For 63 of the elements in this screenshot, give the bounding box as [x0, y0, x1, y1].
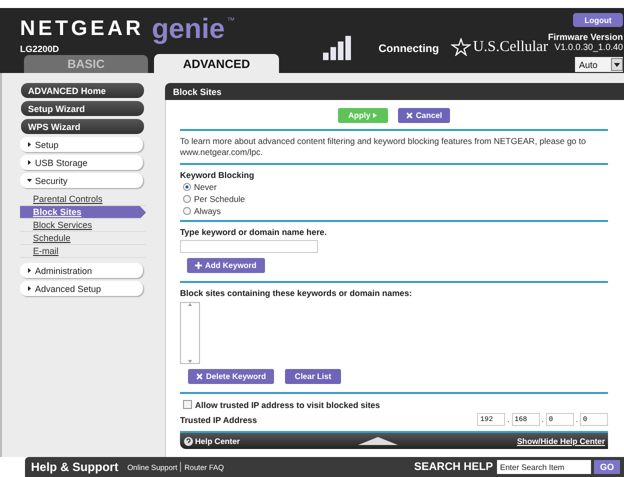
field-label: Trusted IP Address — [180, 414, 257, 424]
show-hide-link[interactable]: Show/Hide Help Center — [516, 436, 605, 446]
scroll-down-icon — [188, 360, 192, 363]
go-button[interactable]: GO — [594, 460, 620, 474]
menu-link[interactable]: E-mail — [20, 245, 146, 258]
close-icon — [406, 112, 413, 119]
menu-section[interactable]: Setup — [20, 137, 143, 152]
expand-arrow-icon[interactable] — [358, 437, 398, 445]
intro-text: To learn more about advanced content filtering and keyword blocking features from NETGEAR, please go to www.netgear.com/lpc. — [180, 136, 587, 158]
footer-title: Help & Support — [31, 460, 118, 474]
section-label: Keyword Blocking — [180, 170, 256, 180]
close-icon — [196, 373, 203, 380]
menu-section[interactable]: Security — [20, 173, 143, 188]
cancel-button[interactable]: Cancel — [398, 108, 450, 123]
delete-keyword-button[interactable]: Delete Keyword — [188, 369, 274, 384]
caret-right-icon — [27, 268, 32, 273]
caret-down-icon — [27, 178, 32, 183]
trusted-checkbox[interactable]: Allow trusted IP address to visit blocked sites — [180, 399, 608, 410]
menu-button[interactable]: WPS Wizard — [21, 119, 144, 134]
search-field[interactable]: Enter Search Item — [497, 460, 591, 474]
language-select[interactable]: Auto — [575, 57, 623, 72]
menu-section[interactable]: Advanced Setup — [20, 281, 143, 296]
panel-title: Block Sites — [165, 83, 624, 100]
firmware-version: V1.0.0.30_1.0.40 — [554, 42, 623, 52]
radio-option[interactable]: Never — [180, 181, 608, 192]
carrier-logo: U.S.Cellular — [472, 38, 548, 56]
menu-link[interactable]: Block Services — [20, 219, 146, 232]
trademark: ™ — [226, 16, 235, 25]
star-icon — [450, 38, 471, 56]
caret-right-icon — [27, 286, 32, 291]
ip-separator: . — [507, 415, 510, 424]
connection-status: Connecting — [378, 43, 439, 57]
clear-list-button[interactable]: Clear List — [285, 369, 342, 384]
menu-section[interactable]: USB Storage — [20, 155, 143, 170]
list-label: Block sites containing these keywords or domain names: — [180, 288, 413, 298]
caret-right-icon — [27, 160, 32, 165]
caret-down-icon — [614, 62, 620, 66]
scroll-up-icon — [188, 303, 192, 306]
help-center-label: Help Center — [195, 436, 240, 446]
caret-right-icon — [27, 142, 32, 147]
help-icon — [184, 436, 193, 446]
ip-separator: . — [542, 415, 544, 424]
keyword-list[interactable] — [180, 302, 200, 364]
product-logo: genie — [152, 16, 225, 42]
search-label: SEARCH HELP — [414, 461, 493, 473]
tab[interactable]: ADVANCED — [154, 54, 279, 73]
radio-option[interactable]: Always — [180, 205, 608, 216]
menu-link[interactable]: Block Sites — [20, 206, 146, 219]
plus-icon — [195, 262, 202, 269]
menu-button[interactable]: ADVANCED Home — [21, 83, 144, 98]
brand-logo: NETGEAR — [20, 16, 144, 42]
firmware-label: Firmware Version — [548, 32, 623, 42]
menu-button[interactable]: Setup Wizard — [21, 101, 144, 116]
play-icon — [373, 113, 378, 118]
logout-button[interactable]: Logout — [573, 13, 623, 27]
keyword-input[interactable] — [180, 240, 318, 253]
radio-option[interactable]: Per Schedule — [180, 193, 608, 204]
add-keyword-button[interactable]: Add Keyword — [187, 258, 265, 273]
model-name: LG2200D — [20, 44, 60, 54]
menu-section[interactable]: Administration — [20, 263, 143, 278]
menu-link[interactable]: Schedule — [20, 232, 146, 245]
ip-separator: . — [576, 415, 578, 424]
field-label: Type keyword or domain name here. — [180, 227, 328, 237]
